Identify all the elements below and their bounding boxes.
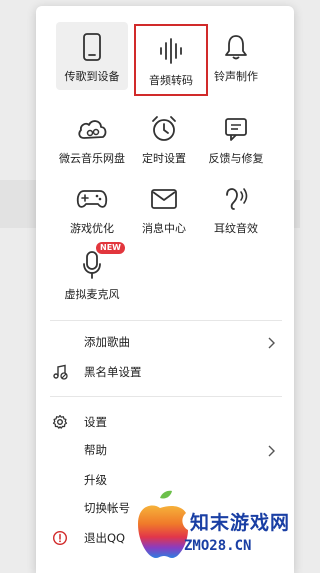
alarm-clock-icon [146,112,182,146]
tile-feedback-repair[interactable]: 反馈与修复 [200,104,272,172]
menu-item-label: 添加歌曲 [84,335,130,349]
chevron-right-icon [264,443,278,457]
menu-item-label: 切换帐号 [84,501,130,515]
tile-label: 铃声制作 [214,70,258,83]
tile-label: 音频转码 [149,74,193,87]
cloud-music-icon [74,112,110,146]
tile-label: 游戏优化 [70,222,114,235]
feedback-icon [218,112,254,146]
chevron-right-icon [264,335,278,349]
watermark: 知末游戏网 ZMO28.CN [126,482,300,573]
new-badge: NEW [96,242,125,254]
tile-label: 定时设置 [142,152,186,165]
tile-message-center[interactable]: 消息中心 [128,174,200,242]
menu-item-label: 退出QQ [84,531,126,545]
blacklist-icon [52,364,68,380]
menu-item-add-song[interactable]: 添加歌曲 [36,328,294,356]
gamepad-icon [74,182,110,216]
tile-ringtone-maker[interactable]: 铃声制作 [200,22,272,90]
menu-item-help[interactable]: 帮助 [36,436,294,464]
menu-item-label: 升级 [84,473,107,487]
tile-label: 反馈与修复 [208,152,264,165]
tile-audio-transcode[interactable]: 音频转码 [134,24,208,96]
logout-alert-icon [52,530,68,546]
menu-item-label: 黑名单设置 [84,365,142,379]
watermark-url: ZMO28.CN [184,538,252,554]
audio-wave-icon [153,34,189,68]
bell-icon [218,30,254,64]
watermark-title: 知末游戏网 [190,512,291,534]
menu-item-blacklist[interactable]: 黑名单设置 [36,358,294,386]
tile-game-optimization[interactable]: 游戏优化 [56,174,128,242]
tile-virtual-microphone[interactable]: 虚拟麦克风 NEW [56,240,128,308]
phone-icon [74,30,110,64]
menu-item-label: 设置 [84,415,107,429]
tile-label: 耳纹音效 [214,222,258,235]
apple-logo-icon [138,490,188,558]
gear-icon [52,414,68,430]
divider [50,320,282,321]
tile-earprint-sound[interactable]: 耳纹音效 [200,174,272,242]
mail-icon [146,182,182,216]
divider [50,396,282,397]
menu-item-settings[interactable]: 设置 [36,408,294,436]
tile-weiyun-music-drive[interactable]: 微云音乐网盘 [56,104,128,172]
tile-label: 微云音乐网盘 [59,152,125,165]
tile-label: 传歌到设备 [64,70,120,83]
tile-label: 消息中心 [142,222,186,235]
tile-label: 虚拟麦克风 [64,288,120,301]
tile-timer-settings[interactable]: 定时设置 [128,104,200,172]
ear-icon [218,182,254,216]
menu-item-label: 帮助 [84,443,107,457]
tile-transfer-to-device[interactable]: 传歌到设备 [56,22,128,90]
